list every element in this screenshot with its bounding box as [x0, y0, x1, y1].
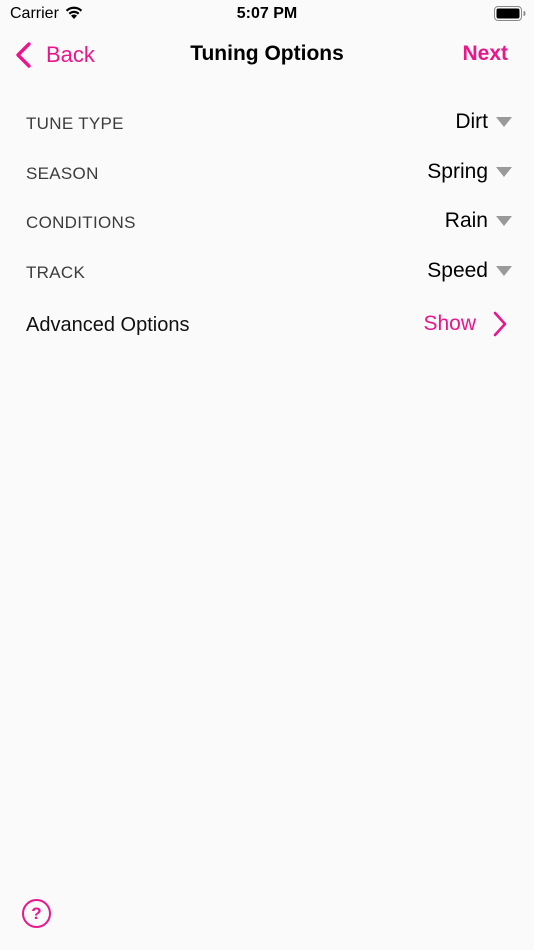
option-row-season: SEASON Spring: [0, 150, 534, 200]
advanced-options-row: Advanced Options Show: [0, 306, 534, 350]
caret-down-icon: [496, 265, 512, 276]
option-value: Rain: [444, 209, 488, 232]
navigation-bar: Back Tuning Options Next: [0, 28, 534, 82]
season-select[interactable]: Spring: [427, 160, 512, 184]
screen: Carrier 5:07 PM Back Tuning Options Next…: [0, 0, 534, 950]
caret-down-icon: [496, 166, 512, 177]
show-advanced-label: Show: [423, 312, 476, 335]
option-label: CONDITIONS: [26, 213, 136, 232]
question-mark-icon: ?: [31, 904, 42, 923]
chevron-right-icon: [493, 311, 507, 337]
battery-icon: [494, 6, 526, 21]
caret-down-icon: [496, 117, 512, 127]
advanced-options-label: Advanced Options: [26, 314, 190, 336]
status-time: 5:07 PM: [236, 5, 298, 22]
option-label: TRACK: [26, 262, 86, 282]
status-bar: Carrier 5:07 PM: [0, 0, 534, 28]
help-button[interactable]: ?: [22, 899, 51, 928]
back-button[interactable]: Back: [14, 38, 95, 72]
option-row-track: TRACK Speed: [0, 249, 534, 299]
back-button-label: Back: [46, 42, 95, 67]
option-row-conditions: CONDITIONS Rain: [0, 199, 534, 249]
option-label: SEASON: [26, 163, 99, 183]
tune-type-select[interactable]: Dirt: [455, 110, 512, 134]
option-value: Spring: [427, 159, 488, 183]
option-value: Speed: [427, 258, 488, 282]
next-button[interactable]: Next: [462, 42, 508, 66]
conditions-select[interactable]: Rain: [445, 209, 512, 233]
option-label: TUNE TYPE: [26, 114, 124, 133]
option-row-tune-type: TUNE TYPE Dirt: [0, 100, 534, 150]
caret-down-icon: [496, 216, 512, 226]
show-advanced-button[interactable]: Show: [423, 310, 508, 338]
option-value: Dirt: [455, 110, 488, 133]
tuning-options-list: TUNE TYPE Dirt SEASON Spring CONDITIONS …: [0, 100, 534, 298]
track-select[interactable]: Speed: [427, 259, 512, 283]
chevron-left-icon: [16, 42, 31, 68]
